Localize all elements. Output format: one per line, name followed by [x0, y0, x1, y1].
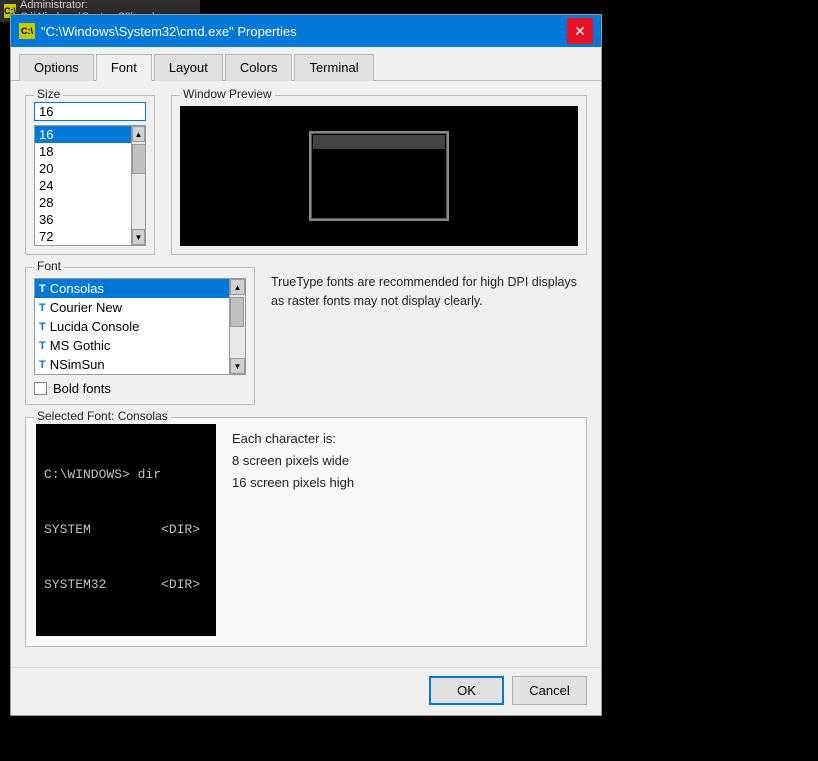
- tab-bar: Options Font Layout Colors Terminal: [11, 47, 601, 81]
- preview-line-3: SYSTEM32 <DIR>: [44, 576, 208, 594]
- selected-font-group: Selected Font: Consolas C:\WINDOWS> dir …: [25, 417, 587, 647]
- bold-checkbox-row: Bold fonts: [34, 381, 246, 396]
- size-item-20[interactable]: 20: [35, 160, 131, 177]
- font-list-container: T Consolas T Courier New T Lucida Consol…: [34, 278, 246, 375]
- properties-dialog: C:\ "C:\Windows\System32\cmd.exe" Proper…: [10, 14, 602, 716]
- truetype-icon-courier: T: [39, 302, 46, 314]
- size-group: Size 16 18 20 24 28 36 72 ▲: [25, 95, 155, 255]
- dialog-buttons: OK Cancel: [11, 667, 601, 715]
- font-hint-box: TrueType fonts are recommended for high …: [271, 267, 587, 405]
- size-item-28[interactable]: 28: [35, 194, 131, 211]
- font-name-courier: Courier New: [50, 300, 122, 315]
- scrollbar-track[interactable]: [132, 142, 145, 229]
- size-scrollbar[interactable]: ▲ ▼: [132, 125, 146, 246]
- top-section: Size 16 18 20 24 28 36 72 ▲: [25, 95, 587, 255]
- preview-area: [180, 106, 578, 246]
- tab-terminal[interactable]: Terminal: [294, 54, 373, 81]
- size-item-72[interactable]: 72: [35, 228, 131, 245]
- font-scroll-track[interactable]: [230, 295, 245, 358]
- window-preview-group: Window Preview: [171, 95, 587, 255]
- size-item-36[interactable]: 36: [35, 211, 131, 228]
- char-width-label: 8 screen pixels wide: [232, 450, 354, 472]
- font-item-nsimsun[interactable]: T NSimSun: [35, 355, 229, 374]
- font-scrollbar[interactable]: ▲ ▼: [229, 279, 245, 374]
- close-button[interactable]: ✕: [567, 18, 593, 44]
- truetype-icon-consolas: T: [39, 283, 46, 295]
- tab-colors[interactable]: Colors: [225, 54, 293, 81]
- font-item-courier-new[interactable]: T Courier New: [35, 298, 229, 317]
- preview-line-1: C:\WINDOWS> dir: [44, 466, 208, 484]
- dialog-title-icon: C:\: [19, 23, 35, 39]
- selected-font-label: Selected Font: Consolas: [34, 409, 171, 423]
- bold-label: Bold fonts: [53, 381, 111, 396]
- size-item-18[interactable]: 18: [35, 143, 131, 160]
- bold-checkbox[interactable]: [34, 382, 47, 395]
- scrollbar-down-btn[interactable]: ▼: [132, 229, 145, 245]
- tab-font[interactable]: Font: [96, 54, 152, 81]
- font-name-msgothic: MS Gothic: [50, 338, 111, 353]
- char-info: Each character is: 8 screen pixels wide …: [232, 424, 354, 494]
- scrollbar-up-btn[interactable]: ▲: [132, 126, 145, 142]
- size-input[interactable]: [34, 102, 146, 121]
- size-list[interactable]: 16 18 20 24 28 36 72: [34, 125, 132, 246]
- font-group-label: Font: [34, 259, 64, 273]
- cancel-button[interactable]: Cancel: [512, 676, 587, 705]
- font-list[interactable]: T Consolas T Courier New T Lucida Consol…: [35, 279, 229, 374]
- tab-layout[interactable]: Layout: [154, 54, 223, 81]
- font-scroll-down[interactable]: ▼: [230, 358, 245, 374]
- font-scroll-thumb[interactable]: [230, 297, 244, 327]
- size-item-16[interactable]: 16: [35, 126, 131, 143]
- dialog-content: Size 16 18 20 24 28 36 72 ▲: [11, 81, 601, 667]
- tab-options[interactable]: Options: [19, 54, 94, 81]
- font-scroll-up[interactable]: ▲: [230, 279, 245, 295]
- font-item-lucida[interactable]: T Lucida Console: [35, 317, 229, 336]
- font-list-group: Font T Consolas T Courier New T: [25, 267, 255, 405]
- scrollbar-thumb[interactable]: [132, 144, 146, 174]
- dialog-titlebar: C:\ "C:\Windows\System32\cmd.exe" Proper…: [11, 15, 601, 47]
- size-group-label: Size: [34, 87, 63, 101]
- font-name-nsimsun: NSimSun: [50, 357, 105, 372]
- truetype-icon-nsimsun: T: [39, 359, 46, 371]
- font-item-consolas[interactable]: T Consolas: [35, 279, 229, 298]
- char-height-label: 16 screen pixels high: [232, 472, 354, 494]
- dialog-titlebar-left: C:\ "C:\Windows\System32\cmd.exe" Proper…: [19, 23, 297, 39]
- ok-button[interactable]: OK: [429, 676, 504, 705]
- window-preview-label: Window Preview: [180, 87, 275, 101]
- preview-window: [309, 131, 449, 221]
- preview-line-2: SYSTEM <DIR>: [44, 521, 208, 539]
- font-section: Font T Consolas T Courier New T: [25, 267, 587, 405]
- font-name-lucida: Lucida Console: [50, 319, 140, 334]
- font-name-consolas: Consolas: [50, 281, 104, 296]
- font-hint-text: TrueType fonts are recommended for high …: [271, 275, 577, 308]
- size-list-container: 16 18 20 24 28 36 72 ▲ ▼: [34, 125, 146, 246]
- truetype-icon-lucida: T: [39, 321, 46, 333]
- selected-font-section: Selected Font: Consolas C:\WINDOWS> dir …: [25, 417, 587, 647]
- dialog-title-text: "C:\Windows\System32\cmd.exe" Properties: [41, 24, 297, 39]
- char-info-label: Each character is:: [232, 428, 354, 450]
- font-preview-terminal: C:\WINDOWS> dir SYSTEM <DIR> SYSTEM32 <D…: [36, 424, 216, 636]
- truetype-icon-msgothic: T: [39, 340, 46, 352]
- font-item-msgothic[interactable]: T MS Gothic: [35, 336, 229, 355]
- size-item-24[interactable]: 24: [35, 177, 131, 194]
